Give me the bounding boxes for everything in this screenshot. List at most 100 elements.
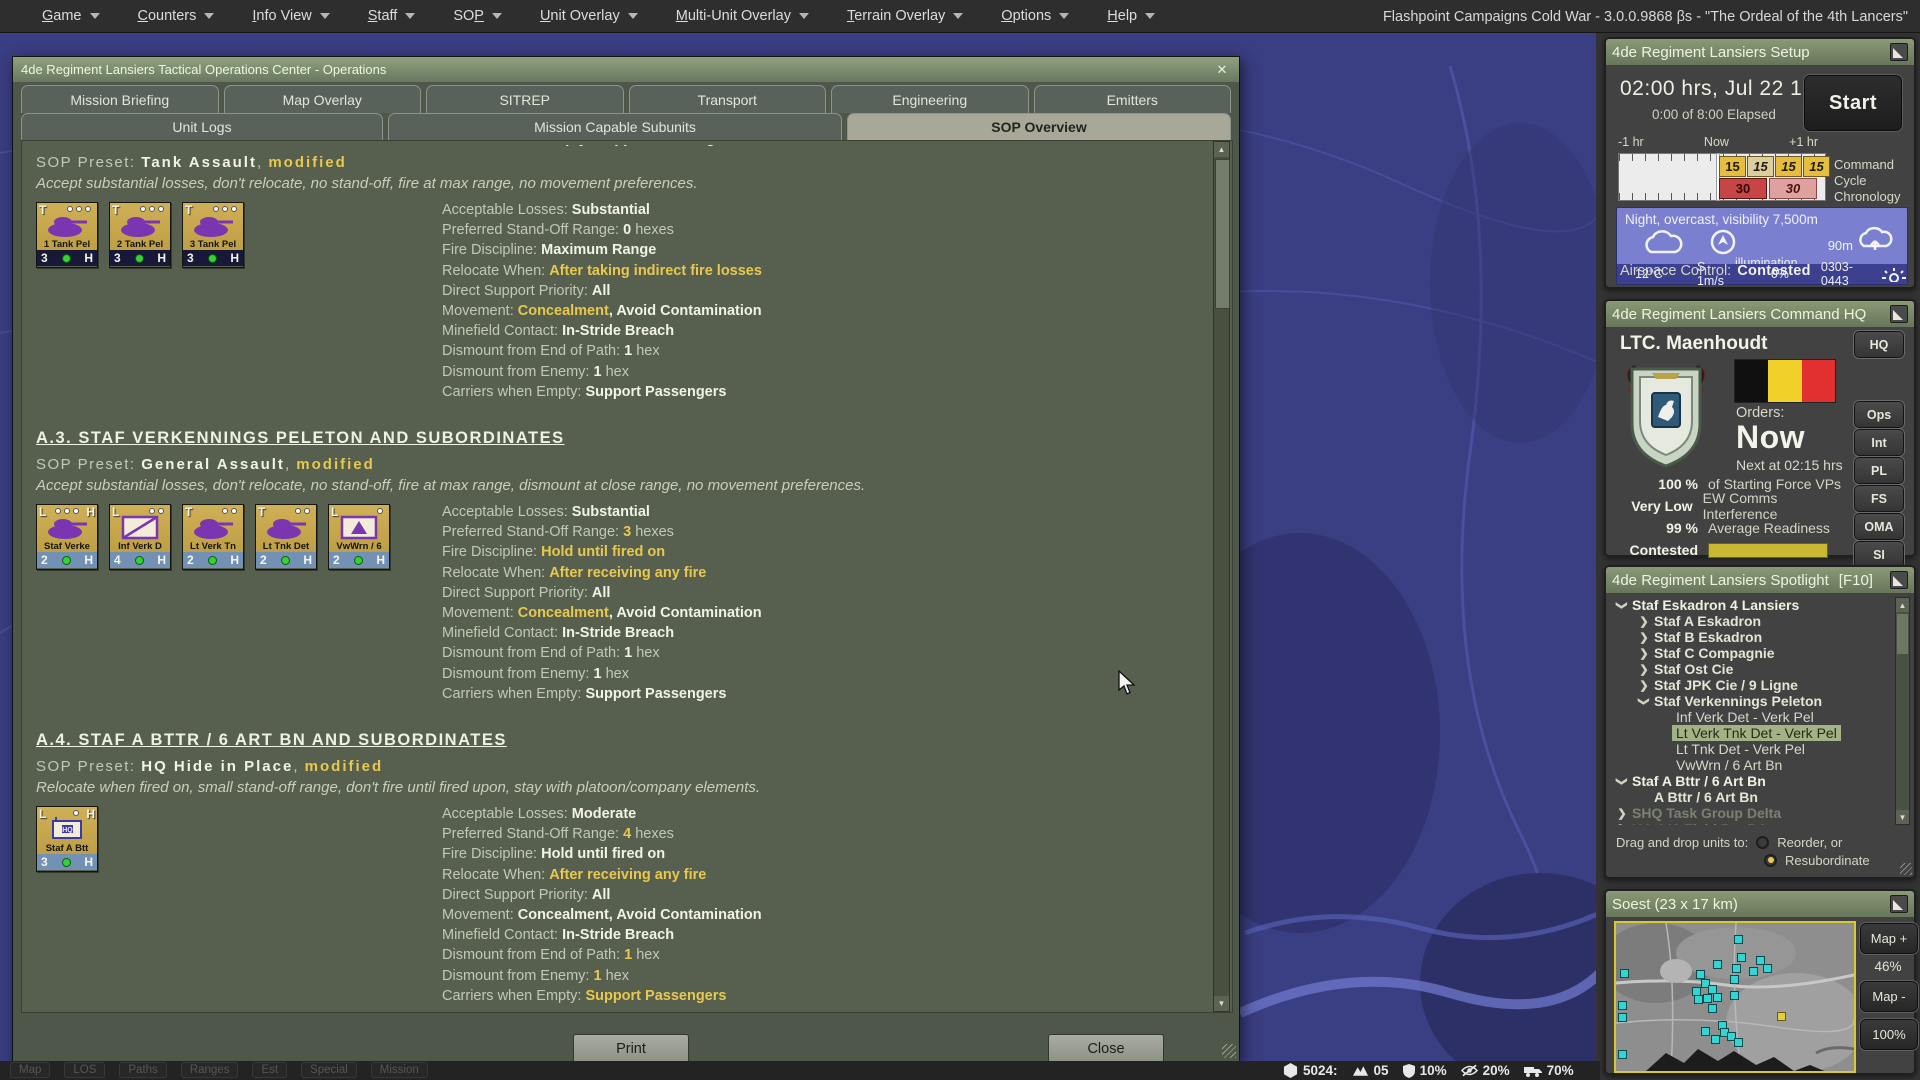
chevron-expanded-icon[interactable]: ❯	[1638, 695, 1651, 707]
map-toolbar-item[interactable]: Map	[10, 1062, 50, 1078]
chevron-collapsed-icon[interactable]: ❯	[1638, 631, 1650, 644]
chevron-collapsed-icon[interactable]: ❯	[1616, 807, 1628, 820]
chevron-expanded-icon[interactable]: ❯	[1616, 599, 1629, 611]
tree-item[interactable]: Lt Verk Tnk Det - Verk Pel	[1610, 725, 1896, 741]
menu-staff[interactable]: Staff	[368, 8, 416, 24]
chevron-collapsed-icon[interactable]: ❯	[1638, 679, 1650, 692]
scroll-down-icon[interactable]: ▼	[1896, 810, 1909, 824]
tree-item[interactable]: ❯Staf JPK Cie / 9 Ligne	[1610, 677, 1896, 693]
tree-item[interactable]: ❯Staf Verkennings Peleton	[1610, 693, 1896, 709]
tab-engineering[interactable]: Engineering	[831, 85, 1029, 113]
menu-terrain-overlay[interactable]: Terrain Overlay	[847, 8, 963, 24]
tab-map-overlay[interactable]: Map Overlay	[224, 85, 422, 113]
chevron-expanded-icon[interactable]: ❯	[1616, 775, 1629, 787]
chevron-collapsed-icon[interactable]: ❯	[1616, 823, 1628, 826]
tree-item[interactable]: ❯HQ 143 Field Bty RA	[1610, 821, 1896, 825]
reorder-radio[interactable]	[1756, 836, 1769, 849]
hq-pl-button[interactable]: PL	[1854, 457, 1904, 484]
spotlight-panel-header[interactable]: 4de Regiment Lansiers Spotlight [F10]	[1606, 567, 1914, 593]
tab-mission-briefing[interactable]: Mission Briefing	[21, 85, 219, 113]
map-toolbar-item[interactable]: Mission	[371, 1062, 428, 1078]
tree-scrollbar[interactable]: ▲ ▼	[1895, 597, 1910, 825]
scroll-up-icon[interactable]: ▲	[1214, 142, 1229, 157]
unit-counter[interactable]: LHHQStaf A Btt3H	[36, 806, 98, 872]
unit-counter[interactable]: TLt Tnk Det2H	[255, 504, 317, 570]
hq-hq-button[interactable]: HQ	[1854, 331, 1904, 358]
status-value: 20%	[1483, 1063, 1510, 1078]
tree-item[interactable]: ❯Staf Eskadron 4 Lansiers	[1610, 597, 1896, 613]
menu-counters[interactable]: Counters	[138, 8, 215, 24]
close-icon[interactable]: ✕	[1213, 62, 1231, 78]
map-toolbar-item[interactable]: Special	[301, 1062, 357, 1078]
chevron-collapsed-icon[interactable]: ❯	[1638, 615, 1650, 628]
unit-counter[interactable]: LInf Verk D4H	[109, 504, 171, 570]
menu-sop[interactable]: SOP	[453, 8, 502, 24]
dialog-title-bar[interactable]: 4de Regiment Lansiers Tactical Operation…	[13, 57, 1239, 82]
setup-panel-header[interactable]: 4de Regiment Lansiers Setup	[1606, 39, 1914, 65]
unit-counter[interactable]: LVwWrn / 62H	[328, 504, 390, 570]
map-toolbar-item[interactable]: Paths	[119, 1062, 166, 1078]
unit-counter[interactable]: T1 Tank Pel3H	[36, 202, 98, 268]
tree-item[interactable]: ❯Staf C Compagnie	[1610, 645, 1896, 661]
menu-options[interactable]: Options	[1001, 8, 1069, 24]
scroll-down-icon[interactable]: ▼	[1214, 996, 1229, 1011]
unit-counter[interactable]: T3 Tank Pel3H	[182, 202, 244, 268]
tree-item[interactable]: ❯SHQ Task Group Delta	[1610, 805, 1896, 821]
tree-item[interactable]: ❯Staf B Eskadron	[1610, 629, 1896, 645]
cloud-icon	[1641, 230, 1685, 256]
tree-item[interactable]: Lt Tnk Det - Verk Pel	[1610, 741, 1896, 757]
menu-info-view[interactable]: Info View	[252, 8, 329, 24]
unit-counter[interactable]: TLt Verk Tn2H	[182, 504, 244, 570]
unit-counter[interactable]: LHStaf Verke2H	[36, 504, 98, 570]
tab-transport[interactable]: Transport	[629, 85, 827, 113]
tab-mission-capable-subunits[interactable]: Mission Capable Subunits	[388, 113, 842, 140]
panel-expand-icon[interactable]	[1890, 571, 1908, 589]
map-toolbar-item[interactable]: Ranges	[181, 1062, 239, 1078]
command-cycle-timeline[interactable]: 15151515 3030	[1618, 153, 1826, 201]
menu-help[interactable]: Help	[1107, 8, 1155, 24]
hq-ops-button[interactable]: Ops	[1854, 401, 1904, 428]
map-zoom-out-button[interactable]: Map -	[1860, 981, 1918, 1012]
minimap-panel-header[interactable]: Soest (23 x 17 km)	[1606, 891, 1914, 917]
tree-item[interactable]: A Bttr / 6 Art Bn	[1610, 789, 1896, 805]
chevron-collapsed-icon[interactable]: ❯	[1638, 663, 1650, 676]
chevron-collapsed-icon[interactable]: ❯	[1638, 647, 1650, 660]
tab-unit-logs[interactable]: Unit Logs	[21, 113, 383, 140]
menu-game[interactable]: Game	[42, 8, 100, 24]
map-full-zoom-button[interactable]: 100%	[1860, 1019, 1918, 1050]
tree-item[interactable]: VwWrn / 6 Art Bn	[1610, 757, 1896, 773]
content-scrollbar[interactable]: ▲ ▼	[1213, 141, 1230, 1012]
hq-si-button[interactable]: SI	[1854, 541, 1904, 568]
start-button[interactable]: Start	[1804, 75, 1902, 131]
panel-resize-grip[interactable]	[1900, 863, 1912, 875]
panel-expand-icon[interactable]	[1890, 895, 1908, 913]
close-button[interactable]: Close	[1048, 1034, 1164, 1064]
scrollbar-thumb[interactable]	[1897, 614, 1908, 654]
map-zoom-in-button[interactable]: Map +	[1860, 923, 1918, 954]
print-button[interactable]: Print	[573, 1034, 689, 1064]
tree-item[interactable]: Inf Verk Det - Verk Pel	[1610, 709, 1896, 725]
resubordinate-radio[interactable]	[1764, 854, 1777, 867]
map-toolbar-item[interactable]: Est	[252, 1062, 287, 1078]
tab-sop-overview[interactable]: SOP Overview	[847, 113, 1231, 140]
hq-oma-button[interactable]: OMA	[1854, 513, 1904, 540]
hq-fs-button[interactable]: FS	[1854, 485, 1904, 512]
tree-item[interactable]: ❯Staf A Eskadron	[1610, 613, 1896, 629]
scrollbar-thumb[interactable]	[1215, 159, 1230, 309]
unit-counter[interactable]: T2 Tank Pel3H	[109, 202, 171, 268]
map-toolbar-item[interactable]: LOS	[64, 1062, 105, 1078]
sop-details: Acceptable Losses: SubstantialPreferred …	[442, 200, 1218, 402]
dialog-resize-grip[interactable]	[1222, 1044, 1236, 1058]
minimap-thumbnail[interactable]	[1614, 921, 1856, 1073]
tab-sitrep[interactable]: SITREP	[426, 85, 624, 113]
scroll-up-icon[interactable]: ▲	[1896, 598, 1909, 612]
hq-panel-header[interactable]: 4de Regiment Lansiers Command HQ	[1606, 301, 1914, 327]
hq-int-button[interactable]: Int	[1854, 429, 1904, 456]
tab-emitters[interactable]: Emitters	[1034, 85, 1232, 113]
panel-expand-icon[interactable]	[1890, 305, 1908, 323]
tree-item[interactable]: ❯Staf Ost Cie	[1610, 661, 1896, 677]
tree-item[interactable]: ❯Staf A Bttr / 6 Art Bn	[1610, 773, 1896, 789]
menu-multi-unit-overlay[interactable]: Multi-Unit Overlay	[676, 8, 809, 24]
panel-expand-icon[interactable]	[1890, 43, 1908, 61]
menu-unit-overlay[interactable]: Unit Overlay	[540, 8, 638, 24]
